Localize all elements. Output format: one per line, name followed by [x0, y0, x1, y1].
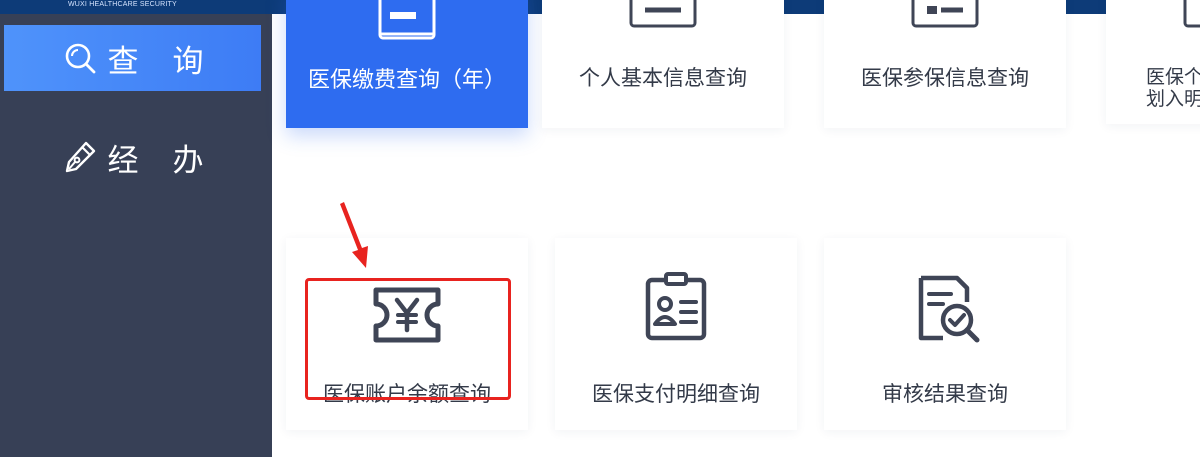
card-label: 医保支付明细查询 — [592, 382, 760, 406]
main-content: 医保缴费查询（年） 个人基本信息查询 医保参保信息查询 医保个 划入明 医保账户… — [272, 0, 1200, 457]
card-label: 医保缴费查询（年） — [307, 68, 506, 93]
document-check-icon — [913, 272, 989, 348]
document-card-icon — [909, 0, 981, 30]
annotation-arrow-icon — [332, 200, 382, 276]
card-payment-query[interactable]: 医保缴费查询（年） — [286, 0, 528, 128]
card-label-line: 划入明 — [1146, 88, 1200, 110]
card-account-transfer-query[interactable]: 医保个 划入明 — [1106, 0, 1200, 124]
document-card-icon — [1181, 0, 1200, 30]
card-label: 医保个 划入明 — [1146, 66, 1200, 110]
card-label: 审核结果查询 — [882, 382, 1008, 406]
search-icon — [62, 40, 98, 76]
id-badge-icon — [644, 272, 708, 342]
pen-icon — [62, 139, 98, 175]
card-label-line: 医保个 — [1146, 66, 1200, 88]
sidebar-item-label: 查询 — [107, 43, 238, 80]
document-card-icon — [376, 0, 438, 42]
card-label: 医保参保信息查询 — [861, 66, 1029, 90]
card-payment-detail-query[interactable]: 医保支付明细查询 — [555, 238, 797, 430]
card-insurance-info-query[interactable]: 医保参保信息查询 — [824, 0, 1066, 128]
annotation-highlight-box — [305, 278, 511, 400]
card-audit-result-query[interactable]: 审核结果查询 — [824, 238, 1066, 430]
sidebar-item-query[interactable]: 查询 — [4, 25, 261, 91]
card-label: 个人基本信息查询 — [579, 66, 747, 90]
document-card-icon — [627, 0, 699, 30]
sidebar-item-label: 经办 — [107, 142, 238, 179]
card-personal-info-query[interactable]: 个人基本信息查询 — [542, 0, 784, 128]
sidebar-item-handle[interactable]: 经办 — [4, 124, 261, 190]
brand-subtitle: WUXI HEALTHCARE SECURITY — [68, 1, 177, 8]
sidebar: 查询 经办 — [0, 14, 272, 457]
